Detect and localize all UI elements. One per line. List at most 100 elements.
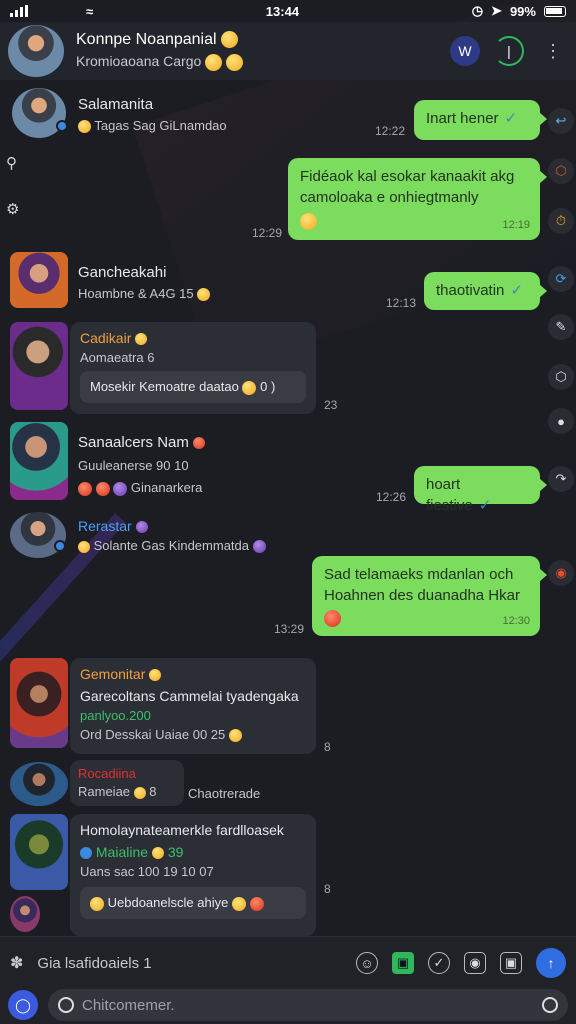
sender-name[interactable]: Sanaalcers Nam — [78, 434, 206, 451]
reply-icon[interactable]: ↩ — [548, 108, 574, 134]
sync-icon[interactable]: ⟳ — [548, 266, 574, 292]
message-item[interactable]: Gemonitar Garecoltans Cammelai tyadengak… — [0, 656, 340, 754]
quoted-card[interactable]: Mosekir Kemoatre daatao 0 ) — [80, 371, 306, 403]
camera-button-icon[interactable]: ◉ — [464, 952, 486, 974]
quoted-card[interactable]: Uebdoanelscle ahiye — [80, 887, 306, 919]
status-time: 13:44 — [265, 3, 300, 19]
check-button-icon[interactable]: ✓ — [428, 952, 450, 974]
chat-subtitle: Kromioaoana Cargo — [76, 53, 436, 71]
search-icon[interactable]: ⚲ — [6, 154, 24, 172]
call-button[interactable]: | — [494, 36, 524, 66]
message-preview: Hoambne & A4G 15 — [78, 286, 211, 302]
read-check-icon: ✓ — [510, 282, 523, 299]
read-check-icon: ✓ — [504, 110, 518, 127]
attachment-icon[interactable] — [58, 997, 74, 1013]
emoji-icon — [226, 53, 244, 71]
sender-name[interactable]: Homolaynateamerkle fardlloasek — [80, 822, 306, 838]
avatar[interactable] — [10, 252, 68, 308]
sender-name[interactable]: Rocadiina — [78, 766, 176, 781]
info-icon[interactable]: ● — [548, 408, 574, 434]
clock-icon[interactable] — [542, 997, 558, 1013]
location-icon: ➤ — [491, 3, 502, 18]
emoji-icon — [78, 120, 91, 134]
avatar[interactable] — [10, 762, 68, 806]
outgoing-bubble[interactable]: Inart hener ✓ — [414, 100, 547, 140]
settings-icon[interactable]: ⚙ — [6, 200, 24, 218]
wifi-icon: ≈ — [86, 3, 94, 19]
message-item[interactable]: Homolaynateamerkle fardlloasek Maialine … — [0, 812, 340, 936]
right-action-rail: ↩ ⬡ ⏱ ⟳ ✎ ⬡ ● ↷ ◉ — [546, 96, 576, 1024]
message-bubble[interactable]: Gemonitar Garecoltans Cammelai tyadengak… — [70, 658, 316, 754]
attach-button-icon[interactable]: ▣ — [500, 952, 522, 974]
composer: ✽ Gia lsafidoaiels 1 ☺ ▣ ✓ ◉ ▣ ↑ ◯ — [0, 936, 576, 1024]
alarm-icon: ◷ — [471, 3, 484, 18]
message-preview: Aomaeatra 6 — [80, 350, 155, 365]
avatar[interactable] — [10, 814, 68, 890]
share-icon[interactable]: ⬡ — [548, 364, 574, 390]
message-item[interactable]: Cadikair Aomaeatra 6 Mosekir Kemoatre da… — [0, 322, 340, 414]
send-button[interactable]: ↑ — [536, 948, 566, 978]
verified-badge-icon — [54, 540, 66, 552]
sender-name[interactable]: Salamanita — [78, 96, 153, 113]
message-time: 12:13 — [386, 296, 417, 310]
emoji-icon — [135, 521, 148, 534]
message-time: 12:22 — [375, 124, 406, 138]
more-menu-button[interactable]: ⋮ — [538, 36, 568, 66]
outgoing-bubble[interactable]: Fidéaok kal esokar kanaakit akg camoloak… — [288, 158, 547, 240]
record-icon[interactable]: ◉ — [548, 560, 574, 586]
emoji-button-icon[interactable]: ☺ — [356, 952, 378, 974]
bubble-time: 12:30 — [502, 615, 530, 627]
sender-name[interactable]: Gancheakahi — [78, 264, 166, 281]
message-link[interactable]: panlyoo.200 — [80, 708, 306, 723]
emoji-icon — [78, 540, 90, 553]
edit-icon[interactable]: ✎ — [548, 314, 574, 340]
read-check-icon: ✓ — [478, 497, 492, 514]
voice-record-button[interactable]: ◯ — [8, 990, 38, 1020]
group-avatar[interactable] — [8, 25, 64, 77]
avatar[interactable] — [10, 322, 68, 410]
message-bubble[interactable]: Homolaynateamerkle fardlloasek Maialine … — [70, 814, 316, 936]
emoji-icon — [300, 212, 317, 230]
message-item[interactable]: Rocadiina Rameiae 8 Chaotrerade — [0, 760, 300, 808]
message-side-label: Chaotrerade — [188, 786, 261, 801]
emoji-icon — [149, 669, 162, 682]
sticker-icon[interactable]: ✽ — [10, 953, 23, 973]
emoji-icon — [228, 729, 242, 743]
signal-icon — [10, 5, 28, 17]
outgoing-bubble[interactable]: Sad telamaeks mdanlan och Hoahnen des du… — [312, 556, 547, 636]
emoji-icon — [133, 786, 146, 799]
hexagon-icon[interactable]: ⬡ — [548, 158, 574, 184]
avatar[interactable] — [10, 658, 68, 748]
emoji-icon — [252, 540, 266, 554]
message-preview: Solante Gas Kindemmatda — [78, 538, 266, 554]
outgoing-bubble[interactable]: hoart fiestive ✓ — [414, 466, 547, 514]
avatar[interactable] — [10, 896, 40, 932]
message-item[interactable]: Rerastar Solante Gas Kindemmatda — [0, 512, 320, 562]
sender-name[interactable]: Rerastar — [78, 518, 148, 534]
emoji-icon — [249, 896, 264, 911]
gallery-button-icon[interactable]: ▣ — [392, 952, 414, 974]
voice-chat-button[interactable]: W — [450, 36, 480, 66]
message-time: 8 — [324, 740, 331, 754]
battery-icon — [543, 5, 566, 17]
sender-name[interactable]: Gemonitar — [80, 666, 306, 682]
avatar[interactable] — [10, 422, 68, 500]
timer-icon[interactable]: ⏱ — [548, 208, 574, 234]
outgoing-bubble[interactable]: thaotivatin ✓ — [424, 272, 547, 310]
forward-icon[interactable]: ↷ — [548, 466, 574, 492]
emoji-icon — [78, 481, 92, 496]
message-text: Garecoltans Cammelai tyadengaka — [80, 688, 299, 704]
message-time: 12:26 — [376, 490, 407, 504]
chat-title[interactable]: Konnpe Noanpanial — [76, 31, 436, 49]
composer-label[interactable]: Gia lsafidoaiels 1 — [37, 955, 342, 972]
emoji-icon — [95, 481, 110, 496]
sender-name[interactable]: Cadikair — [80, 330, 306, 346]
message-bubble[interactable]: Cadikair Aomaeatra 6 Mosekir Kemoatre da… — [70, 322, 316, 414]
emoji-icon — [113, 481, 128, 496]
message-footer: Uans sac 100 19 10 07 — [80, 864, 214, 879]
message-bubble[interactable]: Rocadiina Rameiae 8 — [70, 760, 184, 806]
message-input-box[interactable] — [48, 989, 568, 1021]
message-input[interactable] — [82, 996, 542, 1014]
emoji-icon — [242, 380, 257, 395]
verified-badge-icon — [56, 120, 68, 132]
